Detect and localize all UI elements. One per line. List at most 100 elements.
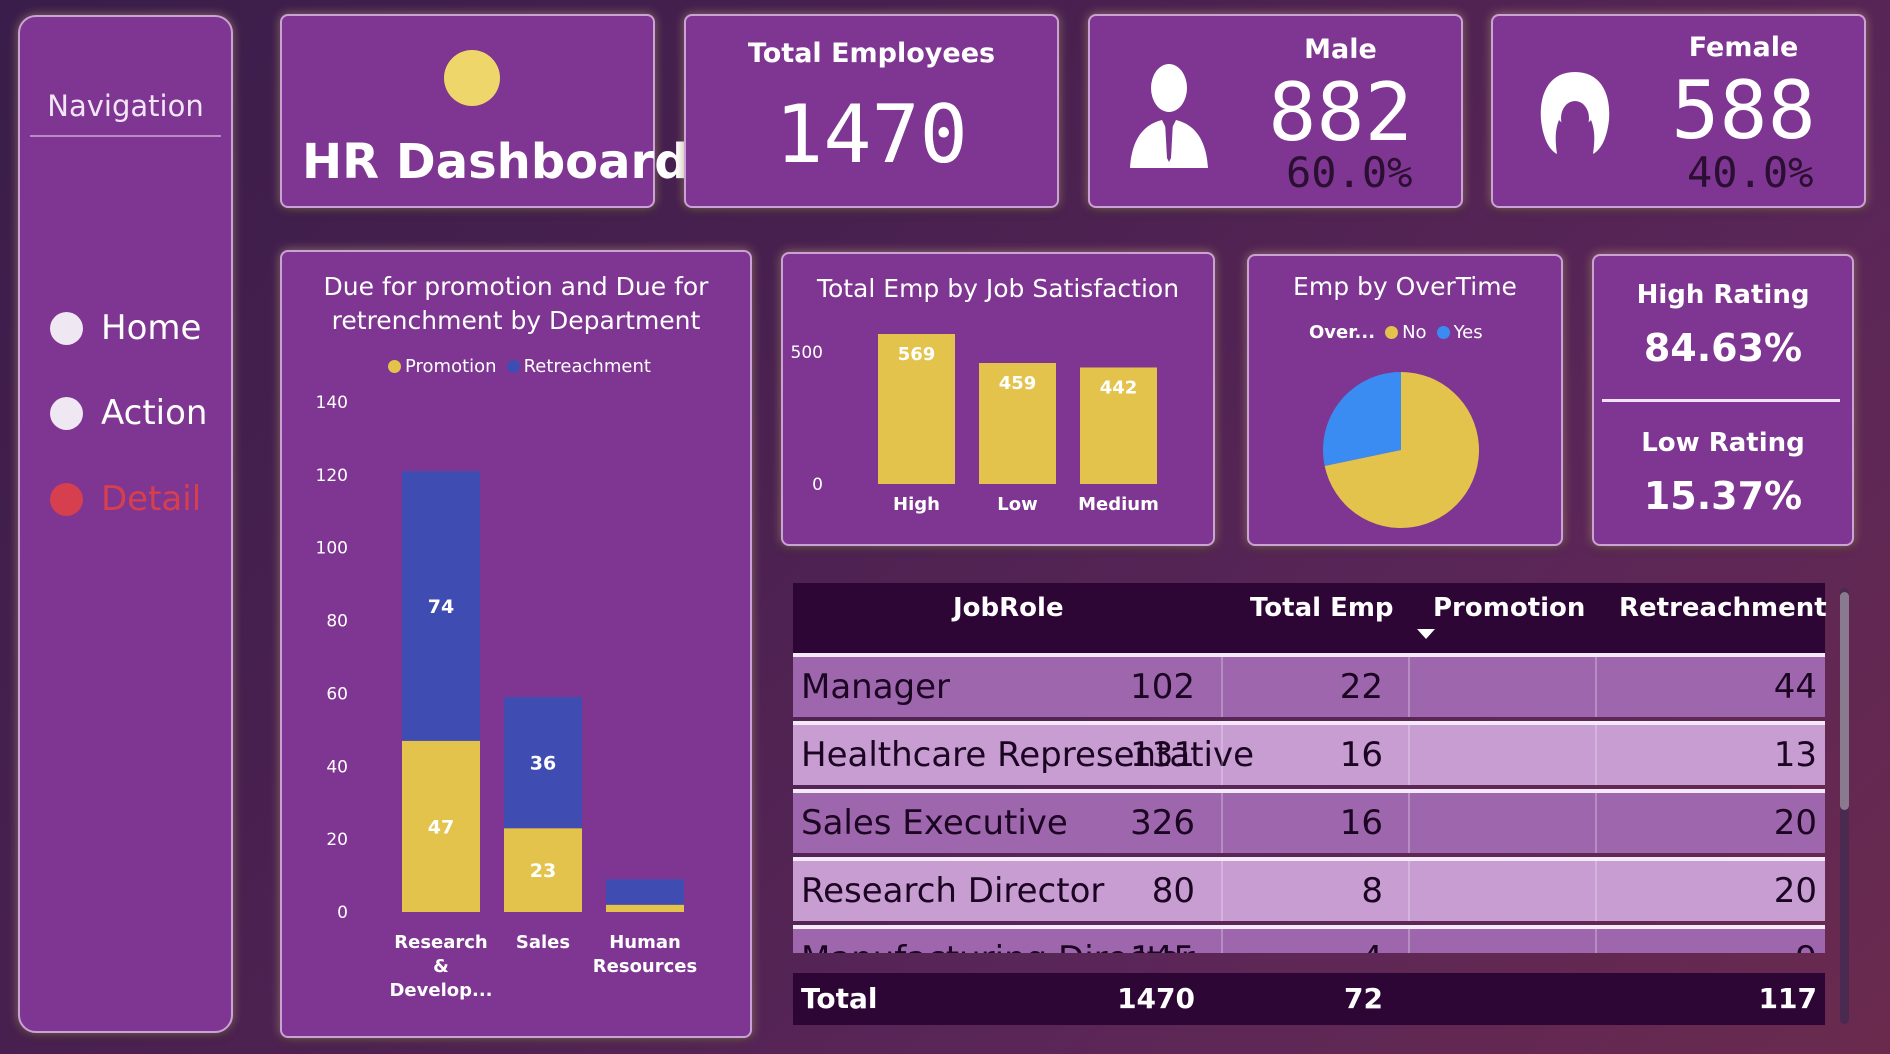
cell-promotion: 16 <box>1339 735 1383 775</box>
nav-item-label: Action <box>101 393 208 433</box>
nav-item-action[interactable]: Action <box>50 389 207 437</box>
table-row[interactable]: Manager 102 22 44 <box>793 653 1825 717</box>
column-header-total-emp[interactable]: Total Emp <box>1250 593 1394 623</box>
column-divider <box>1408 861 1410 921</box>
navigation-panel: Navigation Home Action Detail <box>18 15 233 1033</box>
table-row[interactable]: Healthcare Representative 131 16 13 <box>793 721 1825 785</box>
column-header-retreachment[interactable]: Retreachment <box>1619 593 1827 623</box>
cell-retreachment: 13 <box>1773 735 1817 775</box>
kpi-label: Total Employees <box>747 38 996 69</box>
y-tick-label: 40 <box>326 757 348 777</box>
cell-jobrole: Research Director <box>801 871 1105 911</box>
x-tick-label: Low <box>997 494 1037 515</box>
nav-item-label: Detail <box>101 479 202 519</box>
y-tick-label: 100 <box>316 539 348 559</box>
column-divider <box>1408 725 1410 785</box>
navigation-divider <box>30 135 221 137</box>
scrollbar-thumb[interactable] <box>1840 592 1849 810</box>
table-row[interactable]: Research Director 80 8 20 <box>793 857 1825 921</box>
cell-total-emp: 80 <box>1151 871 1195 911</box>
data-label: 74 <box>428 596 454 618</box>
dashboard-title-card: HR Dashboard <box>280 14 689 208</box>
column-divider <box>1595 725 1597 785</box>
nav-item-detail[interactable]: Detail <box>50 475 201 523</box>
cell-promotion: 22 <box>1339 667 1383 707</box>
data-label: 36 <box>530 753 556 775</box>
cell-total-emp: 131 <box>1130 735 1195 775</box>
female-kpi-card: Female 588 40.0% <box>1491 14 1866 208</box>
jobrole-table: JobRole Total Emp Promotion Retreachment… <box>793 583 1827 1025</box>
y-tick-label: 80 <box>326 612 348 632</box>
cell-retreachment: 20 <box>1773 871 1817 911</box>
column-divider <box>1221 929 1223 953</box>
cell-jobrole: Sales Executive <box>801 803 1068 843</box>
kpi-value: 1470 <box>775 88 968 181</box>
table-scrollbar[interactable] <box>1840 588 1849 1024</box>
dept-chart-card: Due for promotion and Due for retrenchme… <box>280 250 752 1038</box>
cell-total-retreachment: 117 <box>1758 982 1817 1015</box>
overtime-chart-card: Emp by OverTime Over... No Yes <box>1247 254 1563 546</box>
y-tick-label: 500 <box>791 343 823 363</box>
male-user-icon <box>1130 64 1208 168</box>
promotion-bar <box>606 904 684 912</box>
x-tick-label: Sales <box>516 932 570 953</box>
x-tick-label: High <box>893 494 940 515</box>
kpi-value: 882 <box>1268 66 1413 159</box>
column-header-promotion[interactable]: Promotion <box>1433 593 1585 623</box>
cell-total-emp: 145 <box>1130 939 1195 953</box>
satisfaction-bar-chart: 500 0 569 High 459 Low 442 Medium <box>791 334 1159 515</box>
column-divider <box>1408 793 1410 853</box>
retreachment-bar <box>606 879 684 905</box>
kpi-label: Male <box>1304 34 1377 65</box>
male-kpi-card: Male 882 60.0% <box>1088 14 1463 208</box>
cell-promotion: 8 <box>1361 871 1383 911</box>
cell-total-label: Total <box>801 982 878 1015</box>
column-divider <box>1221 793 1223 853</box>
column-header-jobrole[interactable]: JobRole <box>953 593 1064 623</box>
table-row[interactable]: Manufacturing Director 145 4 9 <box>793 925 1825 953</box>
overtime-pie-chart <box>1323 372 1479 528</box>
nav-dot-icon <box>50 396 83 430</box>
kpi-value: 588 <box>1671 64 1816 157</box>
y-tick-label: 140 <box>316 393 348 413</box>
column-divider <box>1595 929 1597 953</box>
data-label: 23 <box>530 860 556 882</box>
x-tick-label: & <box>433 956 449 977</box>
female-user-icon <box>1540 72 1610 154</box>
data-label: 47 <box>428 816 454 838</box>
y-tick-label: 0 <box>337 903 348 923</box>
kpi-percent: 60.0% <box>1286 148 1413 197</box>
table-header: JobRole Total Emp Promotion Retreachment <box>793 583 1827 653</box>
x-tick-label: Develop... <box>389 980 492 1001</box>
page-title: HR Dashboard <box>302 134 689 190</box>
sort-descending-icon[interactable] <box>1417 629 1435 639</box>
cell-total-promotion: 72 <box>1344 982 1383 1015</box>
table-total-row: Total 1470 72 117 <box>793 973 1825 1025</box>
column-divider <box>1595 657 1597 717</box>
sun-logo-icon <box>444 50 500 106</box>
column-divider <box>1595 861 1597 921</box>
y-tick-label: 0 <box>812 475 823 495</box>
low-rating-value: 15.37% <box>1643 474 1803 518</box>
y-tick-label: 120 <box>316 466 348 486</box>
cell-total-emp: 102 <box>1130 667 1195 707</box>
total-employees-card: Total Employees 1470 <box>684 14 1059 208</box>
x-tick-label: Resources <box>593 956 697 977</box>
cell-promotion: 4 <box>1361 939 1383 953</box>
low-rating-label: Low Rating <box>1641 428 1805 458</box>
nav-item-label: Home <box>101 308 202 348</box>
data-label: 442 <box>1100 377 1138 398</box>
x-tick-label: Medium <box>1078 494 1159 515</box>
column-divider <box>1221 861 1223 921</box>
nav-item-home[interactable]: Home <box>50 304 201 352</box>
column-divider <box>1408 657 1410 717</box>
column-divider <box>1595 793 1597 853</box>
high-rating-label: High Rating <box>1636 280 1810 310</box>
x-tick-label: Research <box>394 932 488 953</box>
table-row[interactable]: Sales Executive 326 16 20 <box>793 789 1825 853</box>
high-rating-value: 84.63% <box>1643 326 1803 370</box>
column-divider <box>1221 657 1223 717</box>
cell-total-emp: 1470 <box>1117 982 1195 1015</box>
cell-retreachment: 20 <box>1773 803 1817 843</box>
cell-jobrole: Manager <box>801 667 951 707</box>
